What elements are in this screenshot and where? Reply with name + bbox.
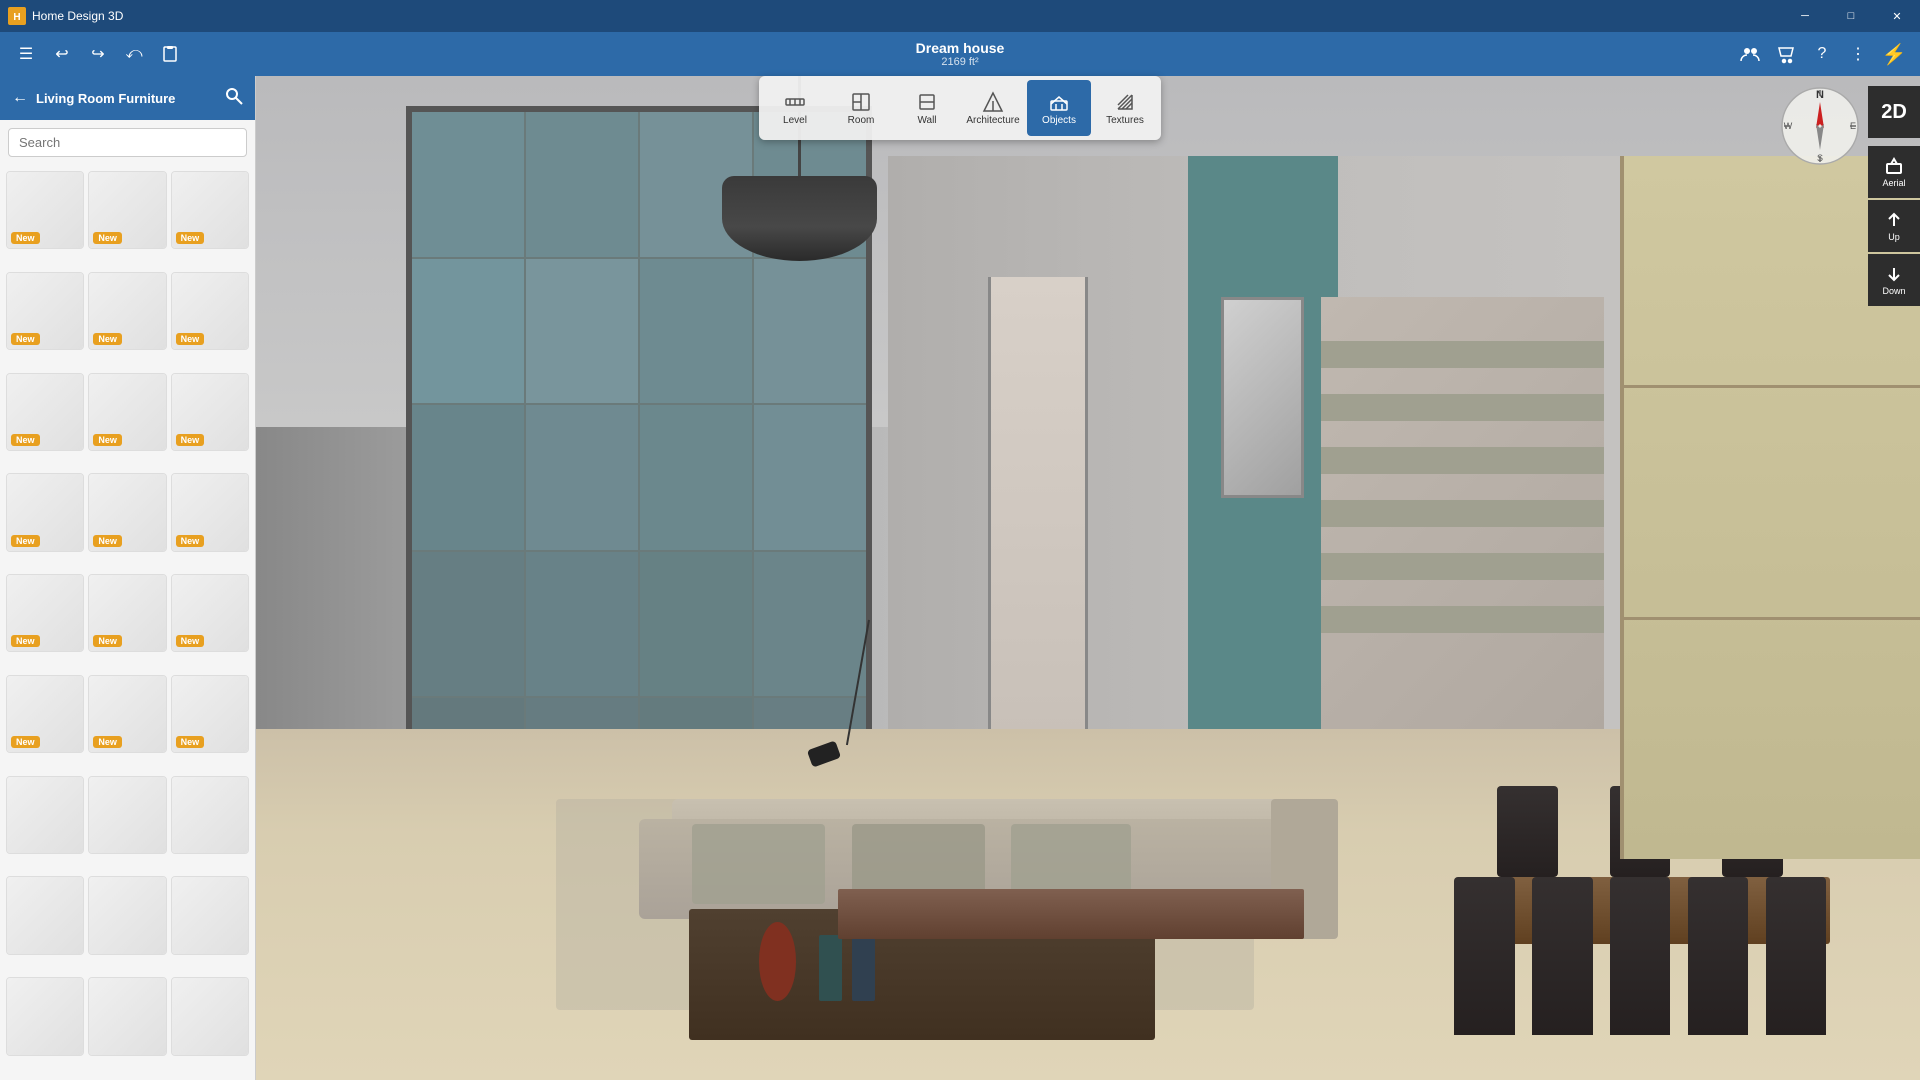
furniture-item-23[interactable]	[88, 876, 166, 954]
new-badge: New	[93, 333, 122, 345]
title-bar: H Home Design 3D ─ □ ✕	[0, 0, 1920, 32]
viewport[interactable]: N S E W 2D	[256, 76, 1920, 1080]
new-badge: New	[176, 736, 205, 748]
new-badge: New	[176, 333, 205, 345]
sidebar-header: ← Living Room Furniture	[0, 76, 255, 120]
users-button[interactable]	[1734, 38, 1766, 70]
compass: N S E W	[1780, 86, 1860, 166]
furniture-item-26[interactable]	[88, 977, 166, 1055]
view-2d-button[interactable]: 2D	[1868, 86, 1920, 138]
search-bar	[0, 120, 255, 165]
furniture-item-24[interactable]	[171, 876, 249, 954]
project-title: Dream house 2169 ft²	[916, 40, 1005, 68]
furniture-item-19[interactable]	[6, 776, 84, 854]
furniture-item-22[interactable]	[6, 876, 84, 954]
new-badge: New	[11, 333, 40, 345]
right-toolbar: ? ⋮ ⚡	[1734, 38, 1910, 70]
furniture-item-2[interactable]: New	[88, 171, 166, 249]
main-layout: ← Living Room Furniture NewNewNewNewNewN…	[0, 76, 1920, 1080]
new-badge: New	[176, 232, 205, 244]
down-button[interactable]: Down	[1868, 254, 1920, 306]
wall-artwork	[1221, 297, 1304, 498]
mode-architecture[interactable]: Architecture	[961, 80, 1025, 136]
back-button[interactable]: ⤺	[118, 38, 150, 70]
mode-toolbar: Level Room Wall Architecture Objects	[759, 76, 1161, 140]
new-badge: New	[93, 434, 122, 446]
app-title: Home Design 3D	[32, 9, 123, 23]
new-badge: New	[93, 736, 122, 748]
furniture-grid: New New New New New New New New New New New New New N…	[0, 165, 255, 1080]
new-badge: New	[93, 535, 122, 547]
furniture-item-4[interactable]: New	[6, 272, 84, 350]
furniture-item-27[interactable]	[171, 977, 249, 1055]
new-badge: New	[11, 535, 40, 547]
new-badge: New	[93, 232, 122, 244]
furniture-item-21[interactable]	[171, 776, 249, 854]
furniture-item-18[interactable]: New	[171, 675, 249, 753]
desk-lamp	[805, 618, 888, 799]
minimize-button[interactable]: ─	[1782, 0, 1828, 32]
up-button[interactable]: Up	[1868, 200, 1920, 252]
help-button[interactable]: ?	[1806, 38, 1838, 70]
new-badge: New	[176, 434, 205, 446]
doorway	[988, 277, 1088, 739]
close-button[interactable]: ✕	[1874, 0, 1920, 32]
furniture-item-15[interactable]: New	[171, 574, 249, 652]
sidebar-search-icon[interactable]	[225, 87, 243, 110]
mode-textures[interactable]: Textures	[1093, 80, 1157, 136]
search-input[interactable]	[8, 128, 247, 157]
undo-button[interactable]: ↩	[46, 38, 78, 70]
mode-wall[interactable]: Wall	[895, 80, 959, 136]
maximize-button[interactable]: □	[1828, 0, 1874, 32]
furniture-item-14[interactable]: New	[88, 574, 166, 652]
furniture-item-16[interactable]: New	[6, 675, 84, 753]
new-badge: New	[176, 635, 205, 647]
left-sidebar: ← Living Room Furniture NewNewNewNewNewN…	[0, 76, 256, 1080]
mode-objects[interactable]: Objects	[1027, 80, 1091, 136]
furniture-item-11[interactable]: New	[88, 473, 166, 551]
upgrade-button[interactable]: ⚡	[1878, 38, 1910, 70]
furniture-item-8[interactable]: New	[88, 373, 166, 451]
furniture-item-7[interactable]: New	[6, 373, 84, 451]
mode-level[interactable]: Level	[763, 80, 827, 136]
new-badge: New	[11, 736, 40, 748]
new-badge: New	[11, 635, 40, 647]
new-badge: New	[93, 635, 122, 647]
furniture-item-6[interactable]: New	[171, 272, 249, 350]
back-nav-button[interactable]: ←	[12, 89, 28, 107]
mode-room[interactable]: Room	[829, 80, 893, 136]
furniture-item-12[interactable]: New	[171, 473, 249, 551]
furniture-item-13[interactable]: New	[6, 574, 84, 652]
furniture-item-5[interactable]: New	[88, 272, 166, 350]
console-table	[838, 889, 1304, 939]
clipboard-button[interactable]	[154, 38, 186, 70]
new-badge: New	[11, 232, 40, 244]
furniture-item-10[interactable]: New	[6, 473, 84, 551]
furniture-item-3[interactable]: New	[171, 171, 249, 249]
new-badge: New	[11, 434, 40, 446]
svg-text:H: H	[13, 12, 20, 23]
redo-button[interactable]: ↪	[82, 38, 114, 70]
shop-button[interactable]	[1770, 38, 1802, 70]
aerial-button[interactable]: Aerial	[1868, 146, 1920, 198]
furniture-item-17[interactable]: New	[88, 675, 166, 753]
furniture-item-1[interactable]: New	[6, 171, 84, 249]
furniture-item-20[interactable]	[88, 776, 166, 854]
more-button[interactable]: ⋮	[1842, 38, 1874, 70]
app-icon: H	[8, 7, 26, 25]
view-controls: Aerial Up Down	[1868, 146, 1920, 306]
sidebar-title: Living Room Furniture	[36, 91, 217, 106]
furniture-item-9[interactable]: New	[171, 373, 249, 451]
new-badge: New	[176, 535, 205, 547]
menu-button[interactable]: ☰	[10, 38, 42, 70]
furniture-item-25[interactable]	[6, 977, 84, 1055]
top-toolbar: ☰ ↩ ↪ ⤺ Dream house 2169 ft² ?	[0, 32, 1920, 76]
